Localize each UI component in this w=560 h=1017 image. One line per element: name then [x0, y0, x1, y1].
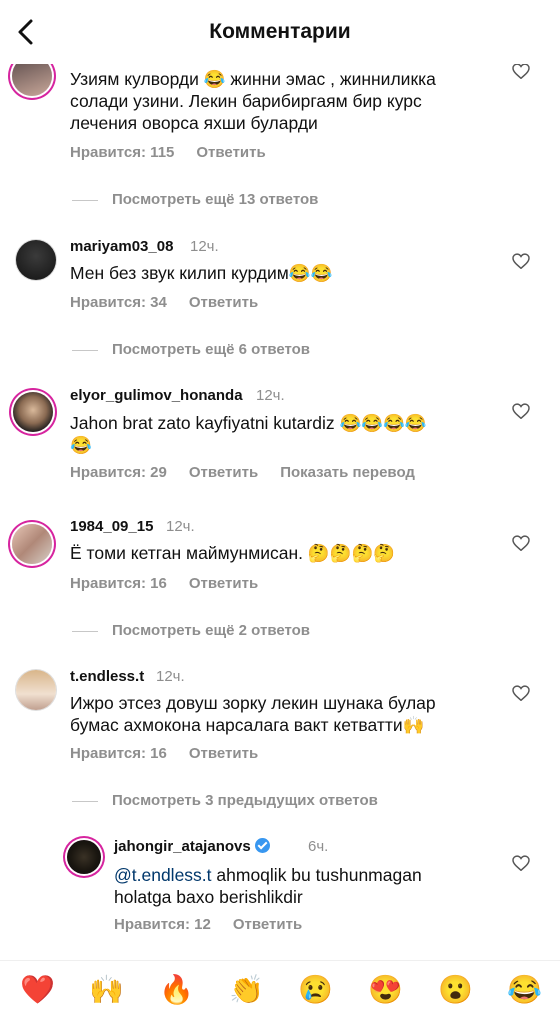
comment-username[interactable]: mariyam03_08	[70, 238, 173, 255]
likes-count[interactable]: Нравится: 16	[70, 575, 167, 592]
comment-text: Мен без звук килип курдим😂😂	[70, 263, 333, 283]
heart-icon[interactable]	[512, 253, 530, 270]
emoji-reaction-bar: ❤️ 🙌 🔥 👏 😢 😍 😮 😂	[0, 960, 560, 1017]
fire-emoji-button[interactable]: 🔥	[159, 975, 194, 1005]
surprised-emoji-button[interactable]: 😮	[438, 975, 473, 1005]
comment-time: 12ч.	[190, 238, 219, 255]
comment-text: Jahon brat zato kayfiyatni kutardiz 😂😂😂😂…	[70, 413, 427, 455]
comment-text: Ижро этсез довуш зорку лекин шунака була…	[70, 693, 436, 735]
likes-count[interactable]: Нравится: 12	[114, 916, 211, 933]
laughing-emoji-button[interactable]: 😂	[507, 975, 542, 1005]
comment-time: 12ч.	[256, 387, 285, 404]
comment-meta: Нравится: 29 Ответить Показать перевод	[70, 464, 437, 481]
reply-meta: Нравится: 12 Ответить	[114, 916, 324, 933]
heart-icon[interactable]	[512, 685, 530, 702]
divider	[72, 349, 98, 351]
likes-count[interactable]: Нравится: 115	[70, 144, 174, 161]
view-previous-replies[interactable]: Посмотреть 3 предыдущих ответов	[72, 792, 378, 809]
reply-time: 6ч.	[308, 838, 329, 855]
comment-time: 12ч.	[156, 668, 185, 685]
likes-count[interactable]: Нравится: 16	[70, 745, 167, 762]
likes-count[interactable]: Нравится: 29	[70, 464, 167, 481]
comment-text: Ё томи кетган маймунмисан. 🤔🤔🤔🤔	[70, 543, 396, 563]
reply-button[interactable]: Ответить	[233, 916, 302, 933]
reply-button[interactable]: Ответить	[189, 745, 258, 762]
comment-username[interactable]: elyor_gulimov_honanda	[70, 387, 243, 404]
avatar[interactable]	[13, 392, 53, 432]
mention-link[interactable]: @t.endless.t	[114, 865, 212, 885]
clap-emoji-button[interactable]: 👏	[229, 975, 264, 1005]
reply-button[interactable]: Ответить	[189, 464, 258, 481]
comment-meta: Нравится: 16 Ответить	[70, 745, 280, 762]
reply-button[interactable]: Ответить	[189, 294, 258, 311]
avatar[interactable]	[12, 524, 52, 564]
comment-username[interactable]: t.endless.t	[70, 668, 144, 685]
view-more-replies[interactable]: Посмотреть ещё 2 ответов	[72, 622, 310, 639]
heart-icon[interactable]	[512, 63, 530, 80]
raised-hands-emoji-button[interactable]: 🙌	[89, 975, 124, 1005]
comment-meta: Нравится: 16 Ответить	[70, 575, 280, 592]
reply-username[interactable]: jahongir_atajanovs	[114, 838, 270, 855]
avatar[interactable]	[16, 670, 56, 710]
reply-text: @t.endless.t ahmoqlik bu tushunmagan hol…	[114, 865, 422, 907]
verified-badge-icon	[254, 838, 270, 853]
heart-emoji-button[interactable]: ❤️	[20, 975, 55, 1005]
likes-count[interactable]: Нравится: 34	[70, 294, 167, 311]
heart-eyes-emoji-button[interactable]: 😍	[368, 975, 403, 1005]
translate-button[interactable]: Показать перевод	[280, 464, 415, 481]
divider	[72, 630, 98, 632]
heart-icon[interactable]	[512, 855, 530, 872]
heart-icon[interactable]	[512, 535, 530, 552]
comment-text: Узиям кулворди 😂 жинни эмас , жинниликка…	[70, 69, 436, 133]
heart-icon[interactable]	[512, 403, 530, 420]
comment-time: 12ч.	[166, 518, 195, 535]
reply-button[interactable]: Ответить	[189, 575, 258, 592]
divider	[72, 800, 98, 802]
comment-meta: Нравится: 115 Ответить	[70, 144, 288, 161]
crying-emoji-button[interactable]: 😢	[298, 975, 333, 1005]
comment-username[interactable]: 1984_09_15	[70, 518, 153, 535]
avatar[interactable]	[16, 240, 56, 280]
view-more-replies[interactable]: Посмотреть ещё 6 ответов	[72, 341, 310, 358]
reply-button[interactable]: Ответить	[196, 144, 265, 161]
header: Комментарии	[0, 0, 560, 64]
comment-meta: Нравится: 34 Ответить	[70, 294, 280, 311]
avatar[interactable]	[67, 840, 101, 874]
divider	[72, 199, 98, 201]
page-title: Комментарии	[209, 20, 351, 43]
view-more-replies[interactable]: Посмотреть ещё 13 ответов	[72, 191, 318, 208]
